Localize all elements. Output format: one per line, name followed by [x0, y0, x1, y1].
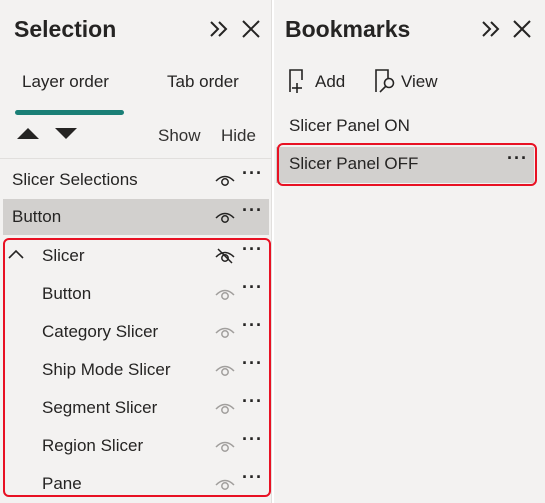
divider — [0, 158, 271, 159]
more-options-icon[interactable]: ··· — [242, 200, 263, 221]
layer-item-label: Button — [12, 207, 62, 226]
layer-group-slicer[interactable]: Slicer ··· — [3, 238, 269, 274]
collapse-pane-icon[interactable] — [480, 18, 502, 40]
hide-all-button[interactable]: Hide — [221, 126, 256, 146]
more-options-icon[interactable]: ··· — [507, 148, 528, 169]
more-options-icon[interactable]: ··· — [242, 353, 263, 374]
layer-item-slicer-selections[interactable]: Slicer Selections ··· — [3, 162, 269, 198]
more-options-icon[interactable]: ··· — [242, 429, 263, 450]
bookmarks-pane-title: Bookmarks — [285, 16, 411, 42]
close-icon[interactable] — [511, 18, 533, 40]
eye-icon[interactable] — [215, 476, 235, 492]
bookmark-item-label: Slicer Panel ON — [289, 116, 410, 135]
bookmark-item-slicer-panel-off[interactable]: Slicer Panel OFF ··· — [276, 147, 534, 183]
eye-icon[interactable] — [215, 209, 235, 225]
selection-pane-title: Selection — [14, 16, 117, 42]
layer-item-label: Segment Slicer — [42, 398, 158, 417]
close-icon[interactable] — [240, 18, 262, 40]
layer-item-label: Category Slicer — [42, 322, 159, 341]
more-options-icon[interactable]: ··· — [242, 277, 263, 298]
view-bookmark-icon — [375, 69, 395, 93]
add-bookmark-button[interactable]: Add — [288, 66, 350, 94]
add-bookmark-icon — [289, 69, 303, 93]
eye-icon[interactable] — [215, 400, 235, 416]
layer-item-button[interactable]: Button ··· — [3, 199, 269, 235]
layer-item-button-child[interactable]: Button ··· — [3, 276, 269, 312]
layer-item-label: Slicer — [42, 246, 85, 265]
layer-item-ship-mode-slicer[interactable]: Ship Mode Slicer ··· — [3, 352, 269, 388]
more-options-icon[interactable]: ··· — [242, 315, 263, 336]
move-down-icon[interactable] — [55, 128, 77, 139]
layer-item-label: Slicer Selections — [12, 170, 138, 189]
add-bookmark-label: Add — [315, 72, 346, 91]
more-options-icon[interactable]: ··· — [242, 239, 263, 260]
tab-tab-order[interactable]: Tab order — [167, 72, 239, 92]
layer-item-segment-slicer[interactable]: Segment Slicer ··· — [3, 390, 269, 426]
eye-hidden-icon[interactable] — [215, 248, 235, 264]
view-bookmark-label: View — [401, 72, 438, 91]
move-up-icon[interactable] — [17, 128, 39, 139]
layer-item-region-slicer[interactable]: Region Slicer ··· — [3, 428, 269, 464]
more-options-icon[interactable]: ··· — [242, 391, 263, 412]
tab-layer-order[interactable]: Layer order — [22, 72, 109, 92]
layer-item-label: Region Slicer — [42, 436, 144, 455]
eye-icon[interactable] — [215, 172, 235, 188]
layer-item-pane[interactable]: Pane ··· — [3, 466, 269, 502]
active-tab-indicator — [15, 110, 124, 115]
eye-icon[interactable] — [215, 438, 235, 454]
bookmark-item-slicer-panel-on[interactable]: Slicer Panel ON — [276, 109, 534, 145]
layer-item-label: Button — [42, 284, 92, 303]
more-options-icon[interactable]: ··· — [242, 163, 263, 184]
show-all-button[interactable]: Show — [158, 126, 201, 146]
bookmarks-pane: Bookmarks Add View Slicer Panel ON Slice… — [274, 0, 545, 503]
layer-item-label: Ship Mode Slicer — [42, 360, 171, 379]
view-bookmark-button[interactable]: View — [374, 66, 444, 94]
chevron-up-icon[interactable] — [8, 248, 24, 260]
eye-icon[interactable] — [215, 324, 235, 340]
bookmark-item-label: Slicer Panel OFF — [289, 154, 419, 173]
layer-item-category-slicer[interactable]: Category Slicer ··· — [3, 314, 269, 350]
eye-icon[interactable] — [215, 286, 235, 302]
collapse-pane-icon[interactable] — [208, 18, 230, 40]
eye-icon[interactable] — [215, 362, 235, 378]
selection-pane: Selection Layer order Tab order Show Hid… — [0, 0, 272, 503]
layer-item-label: Pane — [42, 474, 82, 493]
more-options-icon[interactable]: ··· — [242, 467, 263, 488]
